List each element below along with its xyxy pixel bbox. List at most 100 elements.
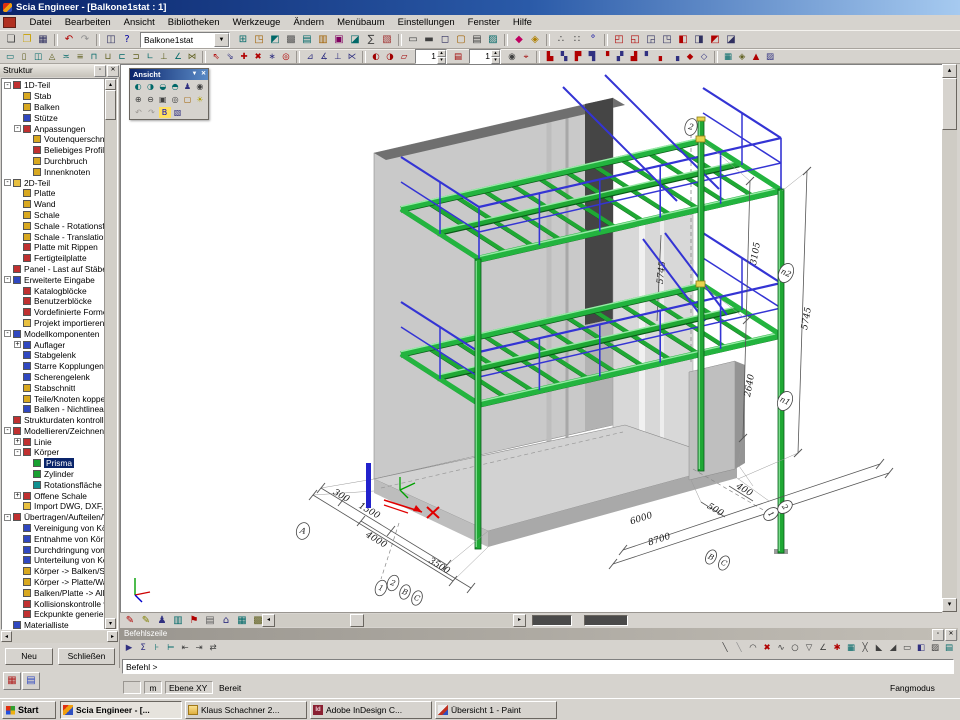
chart-icon[interactable]: ▥ (171, 614, 186, 627)
tree-item-label[interactable]: 1D-Teil (24, 80, 50, 90)
grid-snap-2-icon[interactable]: ▦ (845, 642, 858, 654)
clipping-box-icon[interactable]: ▢ (182, 94, 193, 105)
panel-tab-struktur[interactable]: ▦ (3, 672, 21, 690)
tree-item-label[interactable]: Körper (34, 447, 59, 457)
print-data-icon[interactable]: ▬ (422, 33, 437, 46)
menu-menübaum[interactable]: Menübaum (331, 17, 392, 28)
spinner-up-icon[interactable]: ▴ (437, 50, 446, 57)
tree-item[interactable]: Vordefinierte Former (3, 307, 104, 318)
report-icon[interactable]: ▤ (470, 33, 485, 46)
tree-item[interactable]: Kollisionskontrolle v (3, 598, 104, 609)
rect-icon[interactable]: ▭ (901, 642, 914, 654)
scroll-down-icon[interactable]: ▾ (942, 598, 957, 612)
spinner-down-icon[interactable]: ▾ (437, 57, 446, 64)
tree-item-label[interactable]: Panel - Last auf Stäbe (24, 264, 104, 274)
tree-item[interactable]: -Modellkomponenten (3, 328, 104, 339)
transform-icon[interactable]: ⋉ (346, 51, 359, 63)
walk-mode-icon[interactable]: ♟ (182, 81, 193, 92)
target-icon[interactable]: ◎ (280, 51, 293, 63)
layers-icon[interactable]: ⊞ (236, 33, 251, 46)
join-icon[interactable]: ⋈ (186, 51, 199, 63)
tree-item-label[interactable]: Übertragen/Aufteilen/Ve (24, 512, 104, 522)
star-snap-icon[interactable]: ✱ (831, 642, 844, 654)
tree-item[interactable]: Rotationsfläche (3, 479, 104, 490)
tree-item[interactable]: Projekt importieren (I (3, 318, 104, 329)
document-gallery-icon[interactable]: ▢ (454, 33, 469, 46)
preview-icon[interactable]: ◻ (438, 33, 453, 46)
scroll-right-icon[interactable]: ▸ (513, 614, 526, 627)
close-icon[interactable]: ✕ (945, 629, 957, 641)
tree-item-label[interactable]: Eckpunkte generiere (34, 609, 104, 619)
window-vertical-icon[interactable]: ◳ (660, 33, 675, 46)
pin-icon[interactable]: ▫ (94, 65, 106, 77)
scrollbar-thumb[interactable] (350, 614, 364, 627)
tree-item-label[interactable]: Projekt importieren (I (34, 318, 104, 328)
member-4-icon[interactable]: ▜ (586, 51, 599, 63)
perpendicular-icon[interactable]: ⊥ (158, 51, 171, 63)
tree-item[interactable]: Strukturdaten kontrollier (3, 415, 104, 426)
zoom-window-icon[interactable]: ▣ (157, 94, 168, 105)
beam-tool-2-icon[interactable]: ▯ (18, 51, 31, 63)
document-window-icon[interactable] (3, 17, 16, 28)
tree-item[interactable]: Eckpunkte generiere (3, 609, 104, 620)
scrollbar-thumb[interactable] (105, 90, 116, 120)
tree-item-label[interactable]: Balken - Nichtlinearit (34, 404, 104, 414)
collapse-icon[interactable]: - (4, 427, 11, 434)
scroll-left-icon[interactable]: ◂ (1, 631, 12, 642)
tree-item[interactable]: Balken (3, 102, 104, 113)
hatch-view-icon[interactable]: ▨ (764, 51, 777, 63)
zoom-all-icon[interactable]: ◎ (169, 94, 180, 105)
tree-item-label[interactable]: Körper -> Platte/War (34, 577, 104, 587)
pointer-icon[interactable]: ▶ (123, 642, 136, 654)
delete-node-icon[interactable]: ✖ (252, 51, 265, 63)
sum-icon[interactable]: Σ (137, 642, 150, 654)
tree-item-label[interactable]: Prisma (44, 458, 74, 468)
tree-item-label[interactable]: Anpassungen (34, 124, 85, 134)
window-tile-icon[interactable]: ◨ (692, 33, 707, 46)
print-icon[interactable]: ▭ (406, 33, 421, 46)
cross-icon[interactable]: ╳ (859, 642, 872, 654)
view-x-icon[interactable]: ◐ (133, 81, 144, 92)
tree-item[interactable]: Beliebiges Profil (3, 145, 104, 156)
zoom-in-icon[interactable]: ⊕ (133, 94, 144, 105)
stack-icon[interactable]: ≡ (74, 51, 87, 63)
tree-item-label[interactable]: Teile/Knoten koppel (34, 394, 104, 404)
collapse-icon[interactable]: - (4, 179, 11, 186)
tree-item[interactable]: -1D-Teil (3, 80, 104, 91)
tree-item[interactable]: Balken - Nichtlinearit (3, 404, 104, 415)
member-1-icon[interactable]: ▙ (544, 51, 557, 63)
tree-item[interactable]: -2D-Teil (3, 177, 104, 188)
tree-item-label[interactable]: Vereinigung von Kör (34, 523, 104, 533)
tree-item-label[interactable]: Stabschnitt (34, 383, 75, 393)
neu-button[interactable]: Neu (5, 648, 53, 665)
befehlszeile-header[interactable]: Befehlszeile ▫ ✕ (120, 628, 958, 640)
menu-bibliotheken[interactable]: Bibliotheken (161, 17, 226, 28)
axis-x-icon[interactable]: ⊦ (151, 642, 164, 654)
expand-icon[interactable]: + (14, 492, 21, 499)
pin-icon[interactable]: ▫ (932, 629, 944, 641)
tree-item[interactable]: Prisma (3, 458, 104, 469)
tree-item-label[interactable]: Körper -> Balken/Stü (34, 566, 104, 576)
scroll-down-icon[interactable]: ▾ (105, 618, 116, 629)
palette-title-bar[interactable]: Ansicht ▼ ✕ (130, 69, 208, 80)
tree-item[interactable]: Platte (3, 188, 104, 199)
scrollbar-thumb[interactable] (942, 78, 957, 130)
tree-item[interactable]: Platte mit Rippen (3, 242, 104, 253)
tree-item-label[interactable]: Erweiterte Eingabe (24, 275, 95, 285)
axis-model-icon[interactable]: ⊨ (165, 642, 178, 654)
select-down-icon[interactable]: ⇘ (224, 51, 237, 63)
workspace-icon[interactable]: ◫ (104, 33, 119, 46)
zoom-cursor-icon[interactable]: ◉ (506, 51, 519, 63)
magnifier-icon[interactable]: ◉ (194, 81, 205, 92)
view-settings-icon[interactable]: ◩ (268, 33, 283, 46)
status-snap-mode[interactable]: Fangmodus (890, 683, 960, 693)
tree-item-label[interactable]: Innenknoten (44, 167, 90, 177)
combo-dropdown-icon[interactable]: ▼ (214, 33, 229, 47)
tri-left-icon[interactable]: ◣ (873, 642, 886, 654)
member-12-icon[interactable]: ◇ (698, 51, 711, 63)
tree-item[interactable]: Materialliste (3, 620, 104, 630)
palette-close-icon[interactable]: ✕ (199, 69, 208, 80)
tree-item-label[interactable]: Strukturdaten kontrollier (24, 415, 104, 425)
collapse-icon[interactable]: - (4, 514, 11, 521)
window-split-icon[interactable]: ◱ (628, 33, 643, 46)
